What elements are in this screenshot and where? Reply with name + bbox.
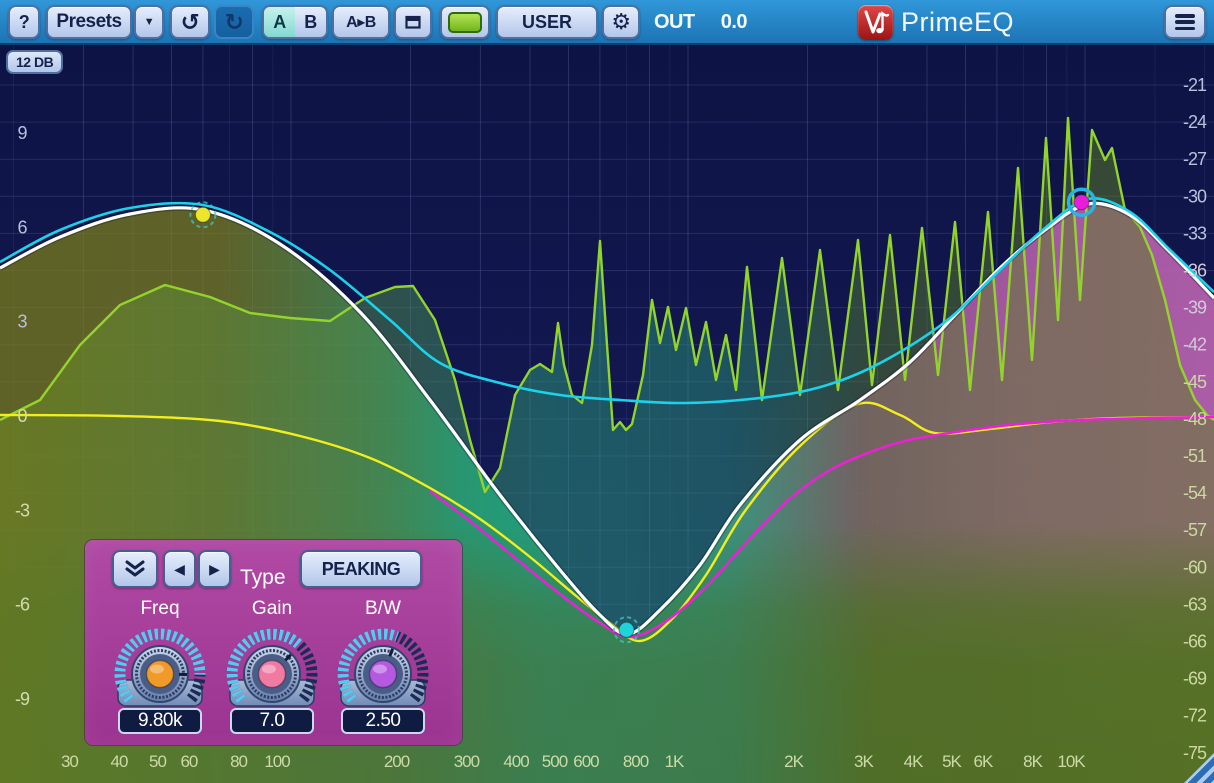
svg-text:-45: -45 [1183, 372, 1207, 392]
svg-text:-69: -69 [1183, 669, 1207, 689]
next-band-button[interactable]: ▶ [198, 550, 231, 588]
type-label: Type [240, 566, 286, 590]
presets-button[interactable]: Presets [46, 5, 132, 39]
user-preset-selector[interactable]: USER [496, 5, 598, 39]
redo-button-disabled: ↻ [214, 5, 254, 39]
main-menu-button[interactable] [1164, 5, 1206, 39]
svg-text:600: 600 [573, 752, 599, 771]
svg-text:30: 30 [61, 752, 78, 771]
undo-button[interactable]: ↺ [170, 5, 210, 39]
svg-text:-75: -75 [1183, 743, 1207, 763]
svg-text:9: 9 [17, 123, 27, 143]
svg-text:-9: -9 [15, 689, 30, 709]
led-indicator-icon [448, 12, 482, 33]
svg-text:2K: 2K [784, 752, 804, 771]
prev-band-button[interactable]: ◀ [163, 550, 196, 588]
voxengo-note-icon [858, 5, 893, 40]
svg-text:-72: -72 [1183, 706, 1207, 726]
redo-icon: ↻ [225, 9, 244, 36]
svg-text:3: 3 [17, 312, 27, 332]
svg-text:100: 100 [264, 752, 290, 771]
svg-text:-6: -6 [15, 595, 30, 615]
svg-text:40: 40 [111, 752, 128, 771]
freq-value-display[interactable]: 9.80k [118, 708, 202, 734]
svg-text:0: 0 [17, 406, 27, 426]
svg-text:300: 300 [454, 752, 480, 771]
primeeq-plugin-window: { "toolbar": { "help_label": "?", "prese… [0, 0, 1214, 783]
ab-state-toggle[interactable]: A B [262, 5, 328, 39]
copy-a-to-b-button[interactable]: A▸B [332, 5, 390, 39]
svg-text:-48: -48 [1183, 409, 1207, 429]
plugin-title: PrimeEQ [901, 7, 1014, 38]
svg-text:8K: 8K [1023, 752, 1043, 771]
collapse-panel-button[interactable] [112, 550, 158, 588]
svg-text:-60: -60 [1183, 557, 1207, 577]
presets-dropdown-button[interactable]: ▼ [134, 5, 164, 39]
svg-text:6: 6 [17, 217, 27, 237]
svg-text:-57: -57 [1183, 520, 1207, 540]
undo-icon: ↺ [181, 9, 200, 36]
svg-text:1K: 1K [665, 752, 685, 771]
voxengo-logo [858, 5, 893, 40]
help-button[interactable]: ? [8, 5, 40, 39]
triangle-left-icon: ◀ [174, 561, 185, 578]
svg-text:-27: -27 [1183, 149, 1207, 169]
svg-text:-3: -3 [15, 500, 30, 520]
svg-text:-63: -63 [1183, 594, 1207, 614]
state-a-button[interactable]: A [264, 7, 295, 37]
freq-knob[interactable]: 9.80k [102, 622, 218, 742]
output-readout: OUT 0.0 [654, 11, 773, 34]
bw-knob-label: B/W [328, 598, 438, 620]
freq-knob-label: Freq [105, 598, 215, 620]
svg-text:500: 500 [542, 752, 568, 771]
channel-routing-button[interactable] [394, 5, 432, 39]
hamburger-icon [1175, 14, 1195, 30]
svg-text:10K: 10K [1057, 752, 1086, 771]
svg-text:-39: -39 [1183, 298, 1207, 318]
db-range-badge[interactable]: 12 DB [6, 50, 63, 74]
svg-text:3K: 3K [854, 752, 874, 771]
svg-text:-33: -33 [1183, 223, 1207, 243]
svg-text:200: 200 [384, 752, 410, 771]
chevron-double-down-icon [123, 559, 147, 579]
gain-knob[interactable]: 7.0 [214, 622, 330, 742]
settings-button[interactable]: ⚙ [602, 5, 640, 39]
bw-knob[interactable]: 2.50 [325, 622, 441, 742]
gain-value-display[interactable]: 7.0 [230, 708, 314, 734]
state-b-button[interactable]: B [295, 7, 326, 37]
svg-text:60: 60 [180, 752, 197, 771]
gear-icon: ⚙ [611, 9, 630, 35]
filter-type-selector[interactable]: PEAKING [300, 550, 422, 588]
gain-knob-label: Gain [217, 598, 327, 620]
toolbar: ? Presets ▼ ↺ ↻ A B A▸B USER ⚙ OUT 0.0 Pr… [0, 0, 1214, 45]
svg-text:-21: -21 [1183, 75, 1207, 95]
svg-text:6K: 6K [974, 752, 994, 771]
svg-text:-66: -66 [1183, 632, 1207, 652]
svg-text:50: 50 [149, 752, 166, 771]
svg-text:-30: -30 [1183, 186, 1207, 206]
window-copy-icon [404, 14, 422, 30]
svg-text:800: 800 [623, 752, 649, 771]
svg-text:-36: -36 [1183, 261, 1207, 281]
svg-text:-54: -54 [1183, 483, 1207, 503]
triangle-right-icon: ▶ [209, 561, 220, 578]
out-value[interactable]: 0.0 [721, 11, 747, 33]
svg-text:-51: -51 [1183, 446, 1207, 466]
bypass-led-button[interactable] [440, 5, 490, 39]
band-parameter-panel: ◀ ▶ Type PEAKING Freq Gain B/W 9.80k 7.0… [85, 540, 462, 745]
svg-text:400: 400 [503, 752, 529, 771]
svg-text:5K: 5K [942, 752, 962, 771]
svg-text:80: 80 [230, 752, 247, 771]
svg-text:4K: 4K [904, 752, 924, 771]
chevron-down-icon: ▼ [144, 16, 154, 28]
out-label: OUT [654, 11, 695, 33]
bw-value-display[interactable]: 2.50 [341, 708, 425, 734]
svg-text:-24: -24 [1183, 112, 1207, 132]
svg-text:-42: -42 [1183, 335, 1207, 355]
